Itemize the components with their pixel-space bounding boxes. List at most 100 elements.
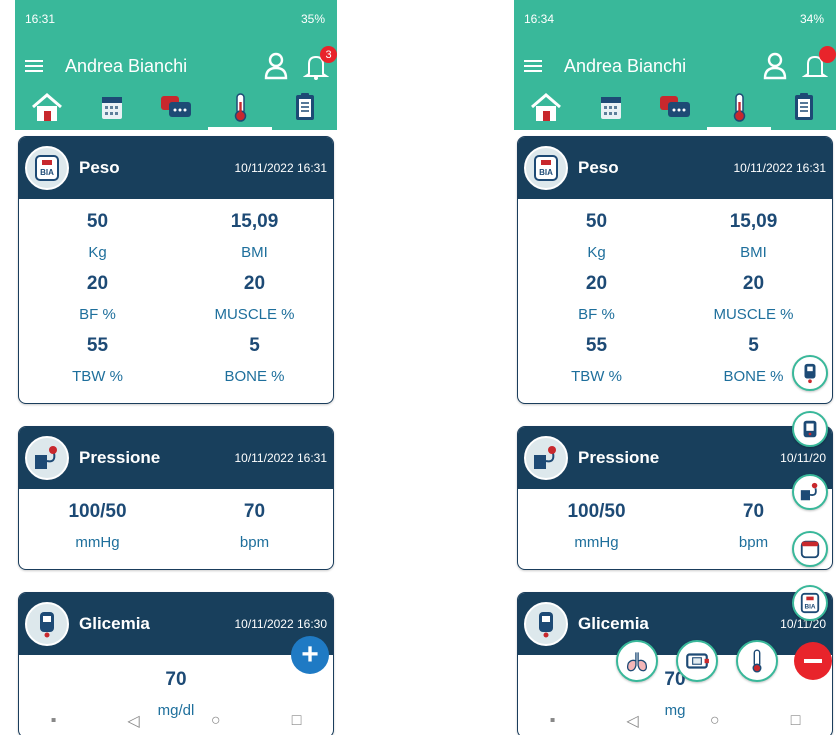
card-peso[interactable]: BIA Peso 10/11/2022 16:31 50 Kg 15,09 BMI … xyxy=(18,136,334,404)
status-bar: 16:31 35% xyxy=(15,0,337,38)
add-measurement-button[interactable]: + xyxy=(291,636,329,674)
value-weight: 50 xyxy=(585,211,608,232)
value-heart-rate: 70 xyxy=(243,501,266,522)
system-nav-bar: ▪ ◁ ○ □ xyxy=(514,707,836,735)
notification-badge xyxy=(819,46,836,63)
add-blood-pressure-button[interactable] xyxy=(792,474,828,510)
tab-calendar[interactable] xyxy=(80,94,144,130)
app-bar: Andrea Bianchi 3 xyxy=(15,38,337,94)
user-icon[interactable] xyxy=(263,52,289,80)
bia-scale-icon: BIA xyxy=(25,146,69,190)
user-icon[interactable] xyxy=(762,52,788,80)
minus-icon xyxy=(804,659,822,663)
add-weight-button[interactable] xyxy=(792,531,828,567)
status-time: 16:31 xyxy=(25,12,56,26)
unit-pressure: mmHg xyxy=(75,534,120,551)
card-header: BIA Peso 10/11/2022 16:31 xyxy=(19,137,333,199)
tab-measurements[interactable] xyxy=(707,93,772,130)
menu-icon[interactable] xyxy=(524,59,542,73)
clipboard-icon xyxy=(794,93,813,120)
svg-text:BIA: BIA xyxy=(40,168,54,177)
add-temperature-button[interactable] xyxy=(736,640,778,682)
status-battery: 34% xyxy=(799,12,824,26)
value-bf: 20 xyxy=(86,273,109,294)
unit-bone: BONE % xyxy=(224,368,285,385)
tab-home[interactable] xyxy=(514,93,578,130)
ecg-icon xyxy=(686,653,709,669)
card-pressione[interactable]: Pressione 10/11/2022 16:31 100/50 mmHg 70… xyxy=(18,426,334,570)
value-muscle: 20 xyxy=(742,273,765,294)
close-menu-button[interactable] xyxy=(794,642,832,680)
add-ecg-button[interactable] xyxy=(676,640,718,682)
home-icon xyxy=(32,93,63,121)
status-time: 16:34 xyxy=(524,12,555,26)
tab-calendar[interactable] xyxy=(579,94,643,130)
card-title: Glicemia xyxy=(79,614,150,633)
value-glucose: 70 xyxy=(165,669,187,690)
tab-reports[interactable] xyxy=(273,93,337,130)
card-header: Glicemia 10/11/2022 16:30 xyxy=(19,593,333,655)
tab-messages[interactable] xyxy=(643,94,707,130)
tab-measurements[interactable] xyxy=(208,93,273,130)
peso-values: 50 Kg 15,09 BMI 20 BF % 20 MUSCLE % 55 TBW % … xyxy=(518,199,832,403)
recents-dot[interactable]: ▪ xyxy=(550,712,556,730)
tab-reports[interactable] xyxy=(772,93,836,130)
overview-icon[interactable]: □ xyxy=(292,712,302,730)
measurements-list: BIA Peso 10/11/2022 16:31 50 Kg 15,09 BMI … xyxy=(514,130,836,735)
bia-scale-icon: BIA xyxy=(800,592,820,614)
home-nav-icon[interactable]: ○ xyxy=(710,712,720,730)
notifications-button[interactable] xyxy=(801,46,836,80)
card-header: Pressione 10/11/20 xyxy=(518,427,832,489)
system-nav-bar: ▪ ◁ ○ □ xyxy=(15,707,337,735)
card-title: Peso xyxy=(578,158,619,177)
unit-heart-rate: bpm xyxy=(239,534,270,551)
add-pressure-device-button[interactable] xyxy=(792,411,828,447)
card-title: Pressione xyxy=(578,448,660,467)
back-icon[interactable]: ◁ xyxy=(626,711,638,731)
tab-bar xyxy=(15,93,337,130)
tab-home[interactable] xyxy=(15,93,79,130)
value-bone: 5 xyxy=(249,335,260,356)
user-name: Andrea Bianchi xyxy=(564,55,687,76)
glucometer-icon xyxy=(804,363,816,384)
chat-icon xyxy=(160,96,191,117)
calendar-icon xyxy=(600,97,621,119)
blood-pressure-icon xyxy=(800,482,818,501)
app-bar: Andrea Bianchi xyxy=(514,38,836,94)
home-icon xyxy=(531,93,562,121)
unit-muscle: MUSCLE % xyxy=(713,306,794,323)
unit-bf: BF % xyxy=(79,306,116,323)
measurements-list: BIA Peso 10/11/2022 16:31 50 Kg 15,09 BMI … xyxy=(15,130,337,735)
tab-messages[interactable] xyxy=(144,94,208,130)
back-icon[interactable]: ◁ xyxy=(127,711,139,731)
clipboard-icon xyxy=(295,93,314,120)
thermometer-icon xyxy=(235,93,247,122)
card-pressione[interactable]: Pressione 10/11/20 100/50 mmHg 70 bpm xyxy=(517,426,833,570)
value-muscle: 20 xyxy=(243,273,266,294)
card-title: Peso xyxy=(79,158,120,177)
add-bia-button[interactable]: BIA xyxy=(792,585,828,621)
notifications-button[interactable]: 3 xyxy=(302,46,337,80)
blood-pressure-icon xyxy=(25,436,69,480)
value-bf: 20 xyxy=(585,273,608,294)
status-battery: 35% xyxy=(300,12,325,26)
unit-bmi: BMI xyxy=(241,244,268,261)
value-glucose: 70 xyxy=(664,669,686,690)
card-date: 10/11/20 xyxy=(780,451,826,465)
value-bmi: 15,09 xyxy=(230,211,279,232)
overview-icon[interactable]: □ xyxy=(791,712,801,730)
svg-text:BIA: BIA xyxy=(804,604,815,611)
bia-scale-icon: BIA xyxy=(524,146,568,190)
home-nav-icon[interactable]: ○ xyxy=(211,712,221,730)
menu-icon[interactable] xyxy=(25,59,43,73)
add-glucose-button[interactable] xyxy=(792,355,828,391)
glucometer-icon xyxy=(25,602,69,646)
card-date: 10/11/2022 16:31 xyxy=(234,161,327,175)
pressure-monitor-icon xyxy=(803,420,817,438)
card-title: Glicemia xyxy=(578,614,649,633)
lungs-icon xyxy=(626,652,648,672)
unit-tbw: TBW % xyxy=(571,368,622,385)
card-peso[interactable]: BIA Peso 10/11/2022 16:31 50 Kg 15,09 BMI … xyxy=(517,136,833,404)
add-spirometry-button[interactable] xyxy=(616,640,658,682)
recents-dot[interactable]: ▪ xyxy=(51,712,57,730)
